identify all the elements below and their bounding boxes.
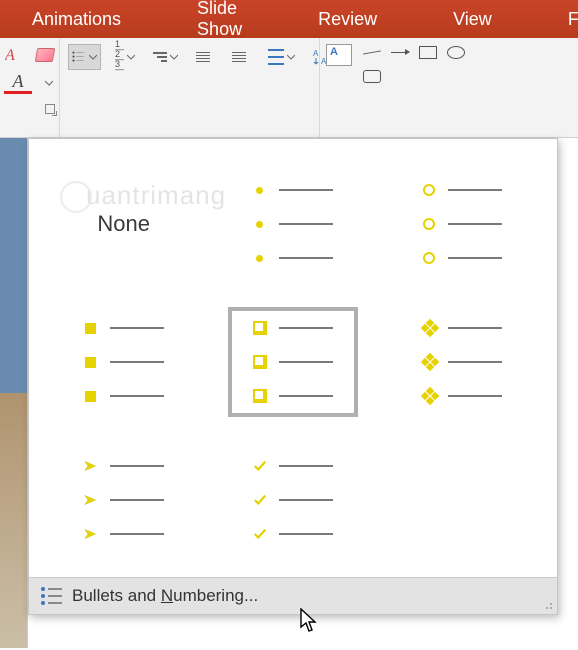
dropdown-arrow-icon[interactable] <box>45 79 53 87</box>
bullets-dropdown-panel: None <box>28 138 558 615</box>
bullets-and-numbering-label: Bullets and Numbering... <box>72 586 258 606</box>
bullets-and-numbering-menuitem[interactable]: Bullets and Numbering... <box>29 577 557 614</box>
line-spacing-icon <box>268 49 284 65</box>
none-label: None <box>97 211 150 237</box>
paragraph-group: 1—2—3— AA <box>60 38 320 137</box>
shape-line[interactable] <box>362 44 382 60</box>
text-box-button[interactable] <box>326 44 352 131</box>
numbering-button[interactable]: 1—2—3— <box>111 44 139 70</box>
drawing-group <box>320 38 578 137</box>
bullet-option-dot[interactable] <box>228 169 357 279</box>
bullets-button[interactable] <box>68 44 101 70</box>
font-group-partial: A A <box>0 38 60 137</box>
tab-animations[interactable]: Animations <box>14 0 139 38</box>
slide-background <box>0 138 28 648</box>
shape-rect[interactable] <box>418 44 438 60</box>
tab-review[interactable]: Review <box>300 0 395 38</box>
dialog-launcher-font[interactable] <box>45 104 55 114</box>
resize-grip-icon[interactable] <box>543 600 553 610</box>
clear-formatting-button[interactable]: A <box>4 44 26 66</box>
bullets-icon <box>72 51 86 63</box>
bullet-option-square[interactable] <box>59 307 188 417</box>
eraser-icon <box>36 48 54 62</box>
bullet-option-four-diamond[interactable] <box>398 307 527 417</box>
decrease-indent-icon <box>196 50 214 64</box>
shape-arrow[interactable] <box>390 44 410 60</box>
svg-text:A: A <box>5 47 15 64</box>
bullet-option-arrow[interactable] <box>59 445 188 555</box>
bullet-option-hollow-square[interactable] <box>228 307 357 417</box>
ribbon-body: A A 1—2—3— <box>0 38 578 138</box>
increase-indent-icon <box>232 50 250 64</box>
bullet-option-circle[interactable] <box>398 169 527 279</box>
list-level-button[interactable] <box>149 44 182 70</box>
bullets-gallery: None <box>29 139 557 577</box>
bullet-option-none[interactable]: None <box>59 169 188 279</box>
tab-view[interactable]: View <box>435 0 510 38</box>
decrease-indent-button[interactable] <box>192 44 218 70</box>
tab-format-partial[interactable]: For <box>550 0 578 38</box>
increase-indent-button[interactable] <box>228 44 254 70</box>
multilevel-icon <box>153 52 167 62</box>
textbox-icon <box>326 44 352 66</box>
line-spacing-button[interactable] <box>264 44 299 70</box>
bullets-list-icon <box>41 587 62 605</box>
svg-text:A: A <box>313 49 319 58</box>
ribbon-tab-bar: Animations Slide Show Review View For <box>0 0 578 38</box>
bullet-option-check[interactable] <box>228 445 357 555</box>
shape-oval[interactable] <box>446 44 466 60</box>
dropdown-arrow-icon[interactable] <box>89 53 97 61</box>
numbering-icon: 1—2—3— <box>115 42 124 72</box>
dropdown-arrow-icon[interactable] <box>170 53 178 61</box>
font-color-button[interactable]: A <box>4 72 32 94</box>
tab-slideshow[interactable]: Slide Show <box>179 0 260 38</box>
shape-rrect[interactable] <box>362 68 382 84</box>
dropdown-arrow-icon[interactable] <box>287 53 295 61</box>
dropdown-arrow-icon[interactable] <box>127 53 135 61</box>
